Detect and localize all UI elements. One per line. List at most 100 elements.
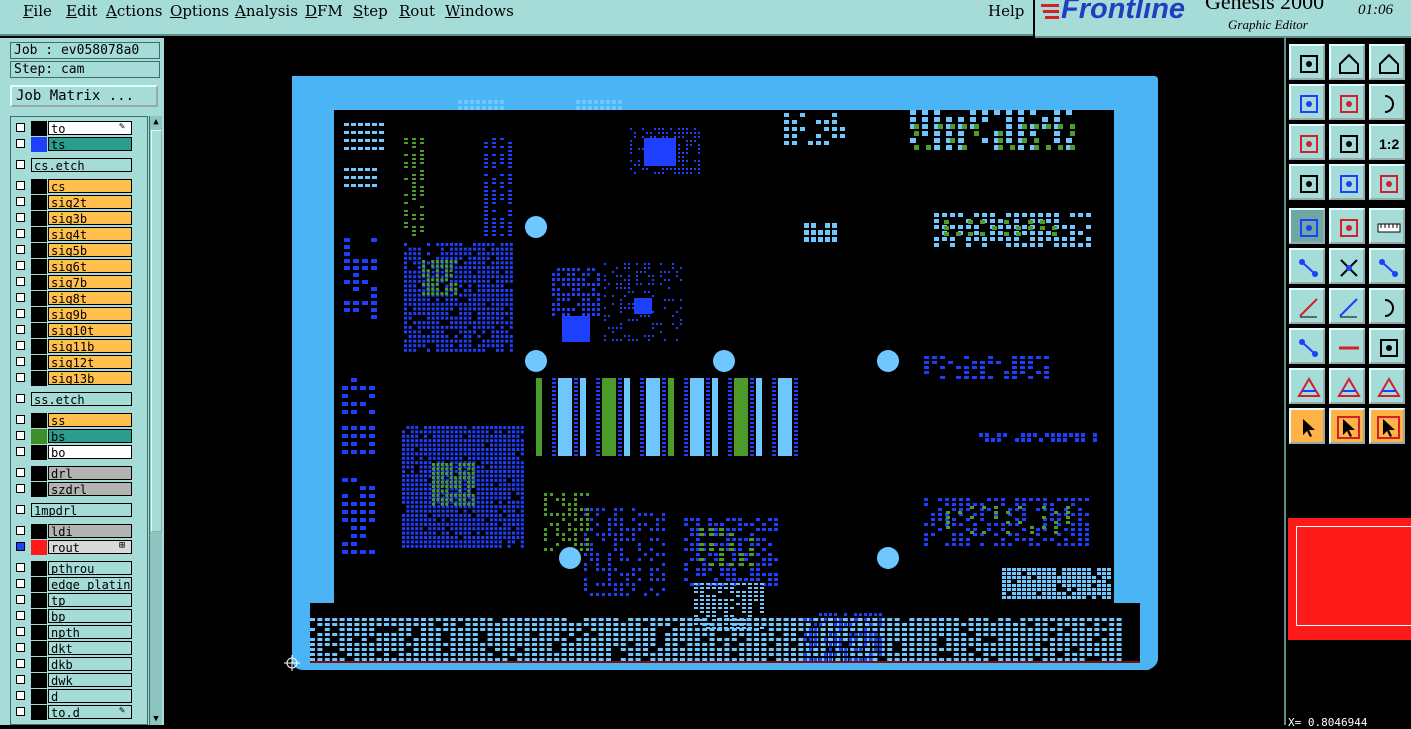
layer-name[interactable]: d [48,689,132,703]
layer-color-swatch[interactable] [31,429,47,444]
layer-row-sig11b[interactable]: sig11b [11,339,147,354]
layer-row-cs[interactable]: cs [11,179,147,194]
layer-checkbox[interactable] [16,675,25,684]
layer-checkbox[interactable] [16,245,25,254]
layer-checkbox[interactable] [16,431,25,440]
layer-checkbox[interactable] [16,691,25,700]
layer-row-edge-plating[interactable]: edge_plating [11,577,147,592]
layer-color-swatch[interactable] [31,561,47,576]
layer-name[interactable]: sig8t [48,291,132,305]
layer-color-swatch[interactable] [31,179,47,194]
layer-color-swatch[interactable] [31,211,47,226]
triangle-tool[interactable] [1289,368,1325,404]
slash-red-tool[interactable] [1329,288,1365,324]
scale-1-2-tool[interactable]: 1:2 [1369,124,1405,160]
layer-checkbox[interactable] [16,659,25,668]
layer-scrollbar[interactable]: ▲ ▼ [149,116,162,725]
layer-row-sig9b[interactable]: sig9b [11,307,147,322]
menu-windows[interactable]: Windows [445,2,514,20]
layer-color-swatch[interactable] [31,413,47,428]
layer-color-swatch[interactable] [31,121,47,136]
layer-checkbox[interactable] [16,373,25,382]
layer-name[interactable]: ts [48,137,132,151]
layer-row-sig7b[interactable]: sig7b [11,275,147,290]
layer-color-swatch[interactable] [31,371,47,386]
layer-row-sig12t[interactable]: sig12t [11,355,147,370]
layer-row-tp[interactable]: tp [11,593,147,608]
layer-name[interactable]: cs.etch [31,158,132,172]
layer-name[interactable]: ss.etch [31,392,132,406]
layer-color-swatch[interactable] [31,445,47,460]
layer-checkbox[interactable] [16,643,25,652]
layer-checkbox[interactable] [16,707,25,716]
layer-checkbox[interactable] [16,277,25,286]
layer-checkbox[interactable] [16,160,25,169]
layer-color-swatch[interactable] [31,482,47,497]
layer-name[interactable]: 1mpdrl [31,503,132,517]
pcb-board[interactable] [164,38,1284,725]
graphic-canvas[interactable] [164,38,1284,725]
layer-name[interactable]: npth [48,625,132,639]
layer-checkbox[interactable] [16,447,25,456]
layer-checkbox[interactable] [16,139,25,148]
menu-analysis[interactable]: Analysis [235,2,298,20]
layer-color-swatch[interactable] [31,641,47,656]
scroll-thumb[interactable] [151,130,162,532]
layer-color-swatch[interactable] [31,195,47,210]
layer-row-bs[interactable]: bs [11,429,147,444]
layer-checkbox[interactable] [16,579,25,588]
layer-row-sig4t[interactable]: sig4t [11,227,147,242]
layer-color-swatch[interactable] [31,355,47,370]
layer-color-swatch[interactable] [31,689,47,704]
layer-name[interactable]: sig13b [48,371,132,385]
layer-color-swatch[interactable] [31,540,47,555]
layer-color-swatch[interactable] [31,275,47,290]
layer-row-ss-etch[interactable]: ss.etch [11,392,147,407]
layer-checkbox[interactable] [16,627,25,636]
overview-viewport[interactable] [1296,526,1411,626]
line-tool[interactable] [1369,248,1405,284]
arc-tool[interactable] [1369,288,1405,324]
layer-color-swatch[interactable] [31,625,47,640]
menu-actions[interactable]: Actions [106,2,162,20]
move-tool[interactable] [1329,208,1365,244]
triangle-a-tool[interactable] [1329,368,1365,404]
layer-checkbox[interactable] [16,394,25,403]
layer-name[interactable]: sig9b [48,307,132,321]
job-matrix-button[interactable]: Job Matrix ... [10,85,158,107]
layer-name[interactable]: ss [48,413,132,427]
layer-row-sig5b[interactable]: sig5b [11,243,147,258]
menu-help[interactable]: Help [988,2,1024,20]
snapshot-tool[interactable] [1289,44,1325,80]
layer-color-swatch[interactable] [31,137,47,152]
menu-file[interactable]: File [23,2,52,20]
layer-checkbox[interactable] [16,213,25,222]
layer-row-1mpdrl[interactable]: 1mpdrl [11,503,147,518]
layer-color-swatch[interactable] [31,577,47,592]
zoom-fit-tool[interactable] [1289,124,1325,160]
measure-tool[interactable] [1289,208,1325,244]
layer-row-sig13b[interactable]: sig13b [11,371,147,386]
minus-tool[interactable] [1329,328,1365,364]
pointer-add-tool[interactable] [1369,408,1405,444]
layer-row-cs-etch[interactable]: cs.etch [11,158,147,173]
menu-rout[interactable]: Rout [399,2,435,20]
pan-left-tool[interactable] [1289,84,1325,120]
layer-row-sig3b[interactable]: sig3b [11,211,147,226]
menu-dfm[interactable]: DFM [305,2,343,20]
layer-checkbox[interactable] [16,309,25,318]
layer-row-ldi[interactable]: ldi [11,524,147,539]
layer-name[interactable]: sig12t [48,355,132,369]
layer-color-swatch[interactable] [31,673,47,688]
layer-color-swatch[interactable] [31,593,47,608]
layer-name[interactable]: sig10t [48,323,132,337]
layer-row-ss[interactable]: ss [11,413,147,428]
layer-name[interactable]: sig3b [48,211,132,225]
layer-row-sig8t[interactable]: sig8t [11,291,147,306]
layer-row-ts[interactable]: ts [11,137,147,152]
layer-checkbox[interactable] [16,611,25,620]
layer-color-swatch[interactable] [31,524,47,539]
menu-options[interactable]: Options [170,2,229,20]
menu-step[interactable]: Step [353,2,388,20]
layer-checkbox[interactable] [16,197,25,206]
